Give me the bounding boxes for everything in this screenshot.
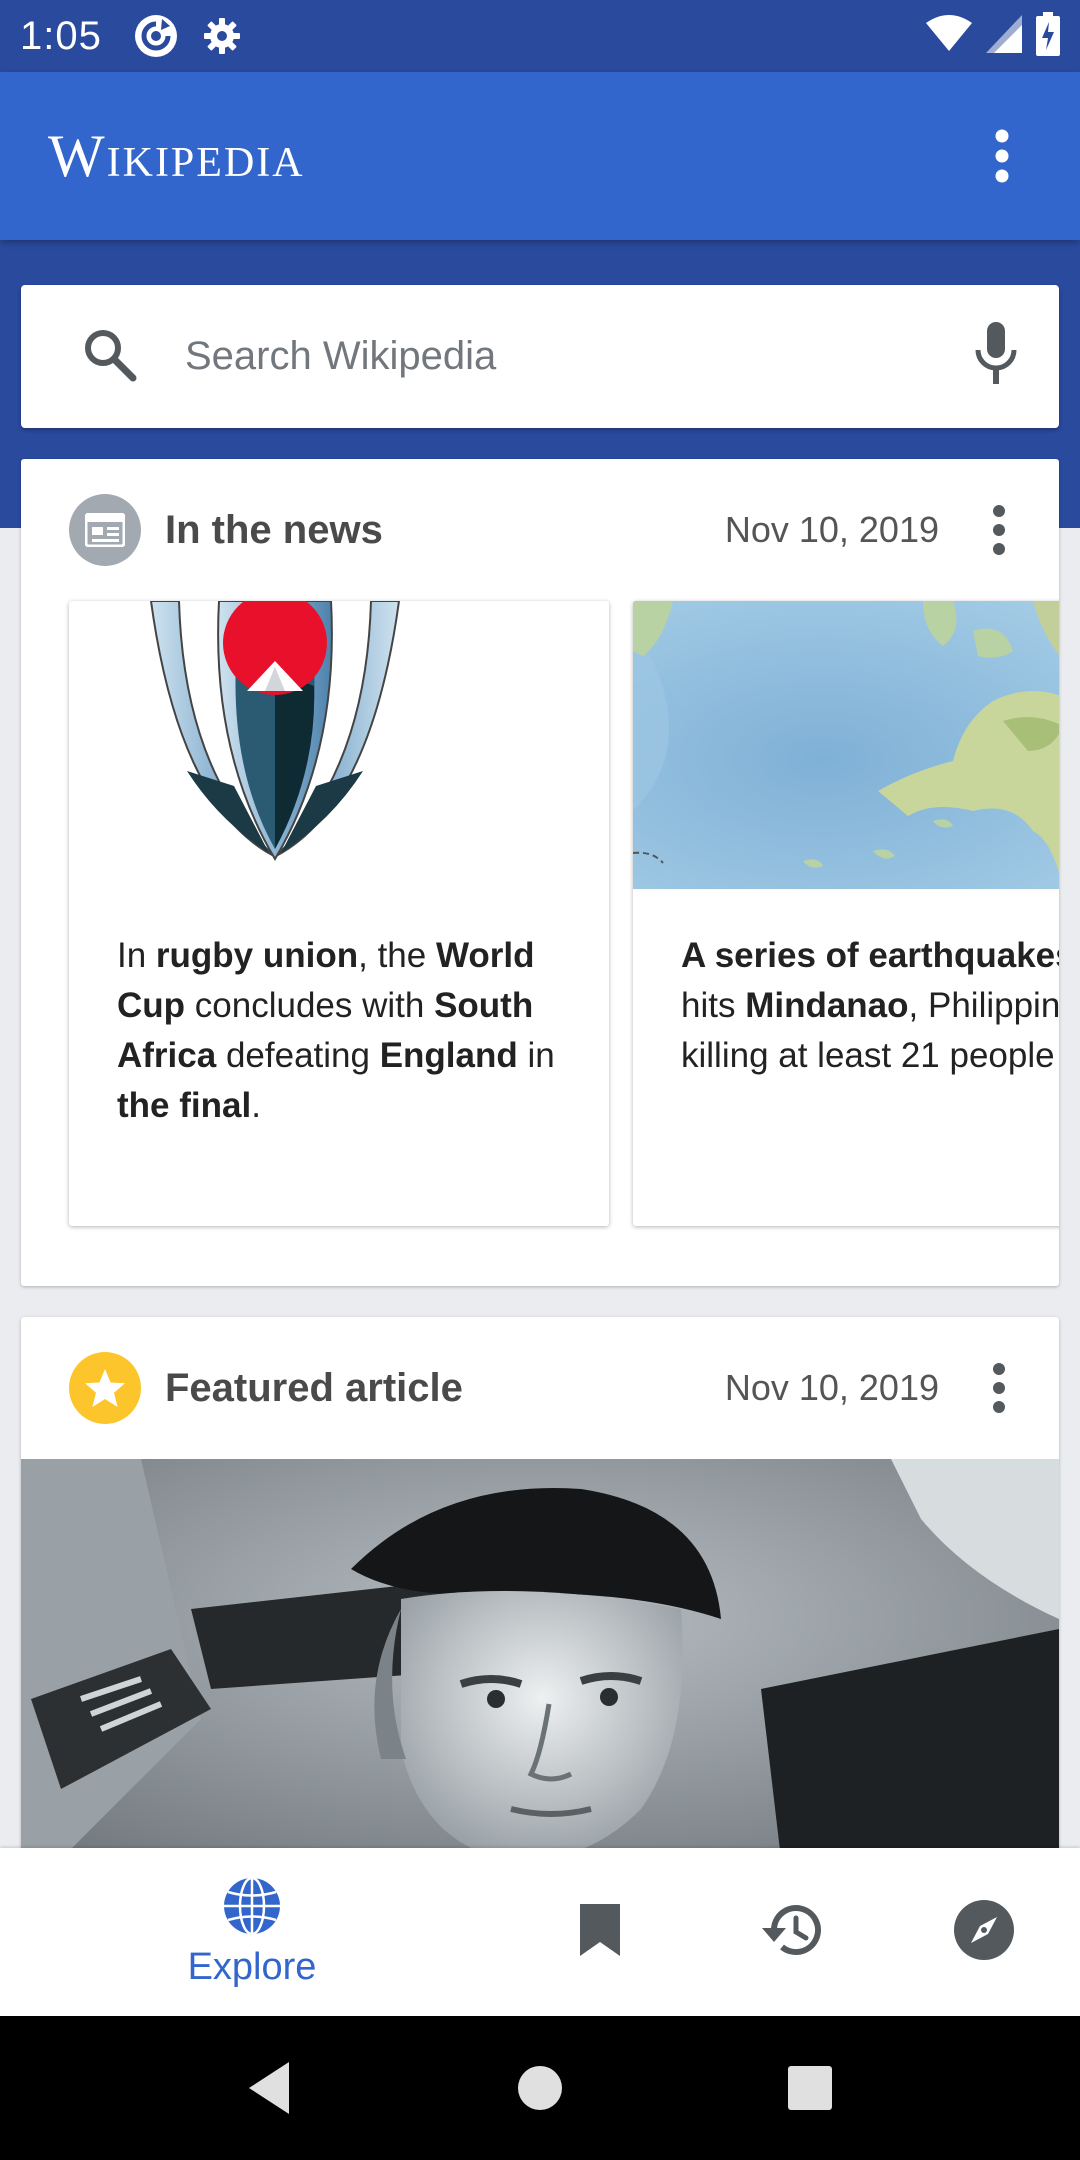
nav-saved[interactable] (540, 1848, 660, 2016)
featured-article-image[interactable] (21, 1459, 1059, 1859)
more-options-button[interactable] (972, 116, 1032, 196)
news-text-segment: , Philippin (908, 986, 1059, 1025)
search-bar[interactable]: Search Wikipedia (21, 285, 1059, 428)
nav-places[interactable] (924, 1848, 1044, 2016)
status-time: 1:05 (20, 13, 102, 58)
globe-icon (221, 1875, 283, 1942)
wifi-icon (926, 14, 972, 58)
card-menu-button[interactable] (979, 495, 1019, 565)
rugby-world-cup-logo (69, 601, 609, 889)
card-title: In the news (165, 507, 383, 552)
search-input[interactable]: Search Wikipedia (185, 334, 973, 379)
news-link-text[interactable]: the final (117, 1086, 251, 1125)
newspaper-icon (69, 494, 141, 566)
app-bar: Wikipedia (0, 72, 1080, 240)
search-icon (81, 326, 137, 387)
recents-button[interactable] (760, 2016, 860, 2160)
news-text-segment: hits (681, 986, 746, 1025)
gear-icon (198, 12, 246, 60)
mic-icon[interactable] (973, 322, 1019, 391)
news-text-segment: , the (358, 936, 436, 975)
more-vert-icon (993, 505, 1005, 555)
news-text-line: A series of earthquakes (681, 931, 1059, 981)
compass-icon (953, 1899, 1015, 1966)
star-icon (69, 1352, 141, 1424)
nav-history[interactable] (732, 1848, 852, 2016)
nav-explore[interactable]: Explore (152, 1848, 352, 2016)
history-icon (760, 1900, 824, 1965)
news-link-text[interactable]: A series of earthquakes (681, 936, 1059, 975)
more-vert-icon (993, 1363, 1005, 1413)
card-header: In the news Nov 10, 2019 (21, 459, 1059, 601)
card-date: Nov 10, 2019 (724, 1367, 939, 1408)
news-item[interactable]: A series of earthquakes hits Mindanao, Ph… (633, 601, 1059, 1226)
card-date: Nov 10, 2019 (724, 509, 939, 550)
wikipedia-wordmark: Wikipedia (48, 122, 305, 189)
news-text-line: killing at least 21 people (681, 1031, 1059, 1081)
news-text-segment: defeating (216, 1036, 380, 1075)
news-item[interactable]: In rugby union, the World Cup concludes … (69, 601, 609, 1226)
news-link-text[interactable]: Mindanao (745, 986, 908, 1025)
news-item-text: A series of earthquakes hits Mindanao, Ph… (681, 931, 1059, 1081)
recents-icon (788, 2066, 832, 2110)
news-text-segment: killing at least 21 people (681, 1036, 1055, 1075)
bookmark-icon (578, 1902, 622, 1963)
system-navigation-bar (0, 2016, 1080, 2160)
bottom-navigation: Explore (0, 1848, 1080, 2016)
mindanao-map (633, 601, 1059, 889)
news-text-segment: in (517, 1036, 555, 1075)
news-link-text[interactable]: rugby union (156, 936, 358, 975)
back-button[interactable] (220, 2016, 320, 2160)
card-menu-button[interactable] (979, 1353, 1019, 1423)
status-bar: 1:05 (0, 0, 1080, 72)
back-icon (249, 2062, 289, 2114)
news-item-text: In rugby union, the World Cup concludes … (117, 931, 579, 1131)
signal-icon (986, 14, 1022, 58)
sync-icon (132, 12, 180, 60)
in-the-news-card: In the news Nov 10, 2019 In rugby union,… (21, 459, 1059, 1286)
home-icon (518, 2066, 562, 2110)
battery-icon (1036, 11, 1060, 61)
home-button[interactable] (490, 2016, 590, 2160)
card-title: Featured article (165, 1365, 463, 1410)
featured-article-card: Featured article Nov 10, 2019 (21, 1317, 1059, 1877)
nav-explore-label: Explore (187, 1946, 317, 1988)
news-text-line: hits Mindanao, Philippin (681, 981, 1059, 1031)
news-link-text[interactable]: England (380, 1036, 518, 1075)
more-vert-icon (995, 129, 1009, 183)
news-text-segment: In (117, 936, 156, 975)
news-text-segment: . (251, 1086, 261, 1125)
news-text-segment: concludes with (185, 986, 435, 1025)
card-header: Featured article Nov 10, 2019 (21, 1317, 1059, 1459)
